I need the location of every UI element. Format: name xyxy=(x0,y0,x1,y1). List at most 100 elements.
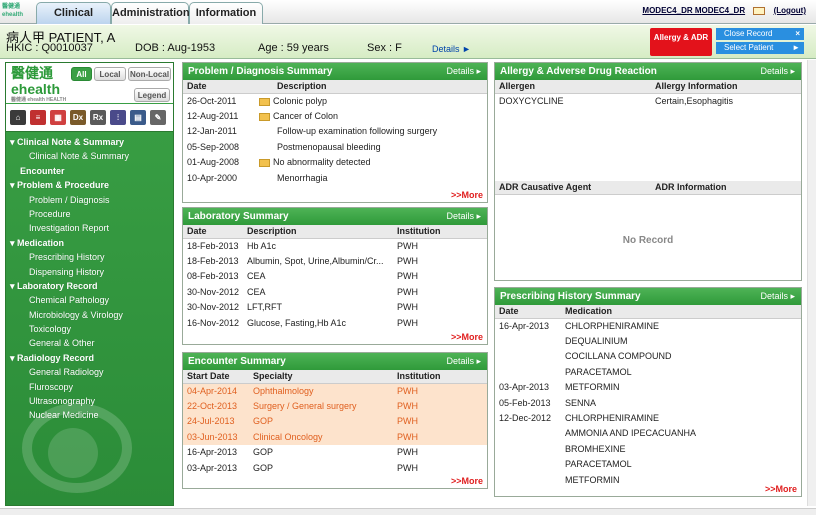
table-cell xyxy=(495,457,561,472)
more-link[interactable]: >>More xyxy=(451,190,483,200)
sidebar-menu-heading[interactable]: ▾ Laboratory Record xyxy=(6,279,173,293)
sidebar-menu-heading[interactable]: ▾ Radiology Record xyxy=(6,351,173,365)
table-row[interactable]: 05-Feb-2013 SENNA xyxy=(495,395,801,410)
table-cell: CHLORPHENIRAMINE xyxy=(565,320,660,331)
filter-nonlocal-button[interactable]: Non-Local xyxy=(128,67,171,81)
close-record-button[interactable]: Close Record × xyxy=(716,28,804,40)
problem-table: Date Description 26-Oct-2011 Colonic polyp 1… xyxy=(183,80,487,185)
table-row[interactable]: 30-Nov-2012 LFT,RFT PWH xyxy=(183,300,487,315)
table-row[interactable]: 01-Aug-2008 No abnormality detected xyxy=(183,155,487,170)
mail-icon[interactable] xyxy=(753,6,766,15)
panel-title: Problem / Diagnosis Summary xyxy=(188,66,333,77)
row-description: Follow-up examination following surgery xyxy=(277,126,438,137)
table-row[interactable]: 22-Oct-2013 Surgery / General surgery PWH xyxy=(183,398,487,414)
table-row[interactable]: 24-Jul-2013 GOP PWH xyxy=(183,413,487,430)
table-row[interactable]: PARACETAMOL xyxy=(495,364,801,379)
table-row[interactable]: 26-Oct-2011 Colonic polyp xyxy=(183,93,487,108)
table-row[interactable]: 12-Aug-2011 Cancer of Colon xyxy=(183,108,487,123)
table-row[interactable]: BROMHEXINE xyxy=(495,441,801,456)
row-date: 05-Sep-2008 xyxy=(187,141,240,152)
table-row[interactable]: COCILLANA COMPOUND xyxy=(495,349,801,364)
sidebar-menu-item[interactable]: Prescribing History xyxy=(6,250,173,264)
allergy-adr-button[interactable]: Allergy & ADR xyxy=(650,28,712,56)
details-link[interactable]: Details ▸ xyxy=(446,208,481,225)
sidebar-menu-item[interactable]: Fluroscopy xyxy=(6,380,173,394)
table-cell: PWH xyxy=(393,383,487,399)
sidebar-menu-item[interactable]: General Radiology xyxy=(6,365,173,379)
pen-icon[interactable]: ✎ xyxy=(150,110,166,125)
details-link[interactable]: Details ▸ xyxy=(446,63,481,80)
tab-information[interactable]: Information xyxy=(189,2,263,24)
table-row[interactable]: 03-Apr-2013 GOP PWH xyxy=(183,460,487,475)
table-cell: 18-Feb-2013 xyxy=(187,240,239,251)
sidebar-menu-heading[interactable]: Encounter xyxy=(6,164,173,178)
table-cell: 03-Jun-2013 xyxy=(183,429,249,445)
table-cell xyxy=(495,364,561,379)
patient-age: Age : 59 years xyxy=(258,42,329,54)
table-row[interactable]: 30-Nov-2012 CEA PWH xyxy=(183,284,487,299)
row-description: Postmenopausal bleeding xyxy=(277,141,381,152)
sidebar-menu-item[interactable]: General & Other xyxy=(6,336,173,350)
sidebar-menu-heading[interactable]: ▾ Problem & Procedure xyxy=(6,178,173,192)
table-row[interactable]: 16-Nov-2012 Glucose, Fasting,Hb A1c PWH xyxy=(183,315,487,330)
table-row[interactable]: AMMONIA AND IPECACUANHA xyxy=(495,426,801,441)
more-link[interactable]: >>More xyxy=(765,484,797,494)
more-link[interactable]: >>More xyxy=(451,476,483,486)
lab-icon[interactable]: ⫶ xyxy=(110,110,126,125)
sidebar-menu-item[interactable]: Chemical Pathology xyxy=(6,293,173,307)
page-scrollbar[interactable] xyxy=(807,60,816,506)
table-row[interactable]: PARACETAMOL xyxy=(495,457,801,472)
table-cell: PWH xyxy=(393,398,487,414)
sidebar-menu-item[interactable]: Microbiology & Virology xyxy=(6,308,173,322)
home-icon[interactable]: ⌂ xyxy=(10,110,26,125)
table-cell: 08-Feb-2013 xyxy=(187,271,239,282)
table-row[interactable]: 12-Dec-2012 CHLORPHENIRAMINE xyxy=(495,410,801,425)
sidebar-header: 醫健通 ehealth 醫健通 ehealth HEALTH All Local N… xyxy=(6,63,173,103)
logout-link[interactable]: (Logout) xyxy=(774,6,806,15)
tab-administration[interactable]: Administration xyxy=(111,2,190,24)
table-row[interactable]: 04-Apr-2014 Ophthalmology PWH xyxy=(183,383,487,399)
col-header: Description xyxy=(273,80,487,94)
sidebar-menu-item[interactable]: Problem / Diagnosis xyxy=(6,193,173,207)
table-cell: PARACETAMOL xyxy=(565,366,632,377)
table-row[interactable]: 18-Feb-2013 Hb A1c PWH xyxy=(183,238,487,253)
table-row[interactable]: 10-Apr-2000 Menorrhagia xyxy=(183,170,487,185)
notes-icon[interactable]: ≡ xyxy=(30,110,46,125)
patient-details-link[interactable]: Details ► xyxy=(432,44,471,54)
more-link[interactable]: >>More xyxy=(451,332,483,342)
dx-icon[interactable]: Dx xyxy=(70,110,86,125)
stethoscope-chestpiece xyxy=(48,428,98,478)
table-row[interactable]: 03-Jun-2013 Clinical Oncology PWH xyxy=(183,429,487,445)
select-patient-button[interactable]: Select Patient ► xyxy=(716,42,804,54)
table-row[interactable]: 16-Apr-2013 GOP PWH xyxy=(183,445,487,460)
table-row[interactable]: 16-Apr-2013 CHLORPHENIRAMINE xyxy=(495,318,801,333)
table-row[interactable]: DOXYCYCLINE Certain,Esophagitis xyxy=(495,93,801,108)
table-row[interactable]: 03-Apr-2013 METFORMIN xyxy=(495,380,801,395)
sidebar-menu-item[interactable]: Procedure xyxy=(6,207,173,221)
sidebar-menu-heading[interactable]: ▾ Clinical Note & Summary xyxy=(6,135,173,149)
details-link[interactable]: Details ▸ xyxy=(760,63,795,80)
sidebar-menu-item[interactable]: Investigation Report xyxy=(6,221,173,235)
table-row[interactable]: 12-Jan-2011 Follow-up examination followi… xyxy=(183,124,487,139)
rx-icon[interactable]: Rx xyxy=(90,110,106,125)
sidebar-menu-heading[interactable]: ▾ Medication xyxy=(6,236,173,250)
table-row[interactable]: METFORMIN xyxy=(495,472,801,487)
sidebar-menu-item[interactable]: Clinical Note & Summary xyxy=(6,149,173,163)
report-icon[interactable]: ▤ xyxy=(130,110,146,125)
filter-local-button[interactable]: Local xyxy=(94,67,126,81)
sidebar-menu-item[interactable]: Dispensing History xyxy=(6,265,173,279)
table-row[interactable]: DEQUALINIUM xyxy=(495,333,801,348)
filter-all-button[interactable]: All xyxy=(71,67,92,81)
table-row[interactable]: 08-Feb-2013 CEA PWH xyxy=(183,269,487,284)
legend-button[interactable]: Legend xyxy=(134,88,170,102)
table-cell: LFT,RFT xyxy=(247,302,282,313)
table-cell: CEA xyxy=(247,286,266,297)
table-row[interactable]: 05-Sep-2008 Postmenopausal bleeding xyxy=(183,139,487,154)
panel-header: Encounter Summary Details ▸ xyxy=(183,353,487,370)
details-link[interactable]: Details ▸ xyxy=(760,288,795,305)
sidebar-menu-item[interactable]: Toxicology xyxy=(6,322,173,336)
tab-clinical[interactable]: Clinical xyxy=(36,2,111,24)
details-link[interactable]: Details ▸ xyxy=(446,353,481,370)
table-row[interactable]: 18-Feb-2013 Albumin, Spot, Urine,Albumin/… xyxy=(183,253,487,268)
calendar-icon[interactable]: ▦ xyxy=(50,110,66,125)
